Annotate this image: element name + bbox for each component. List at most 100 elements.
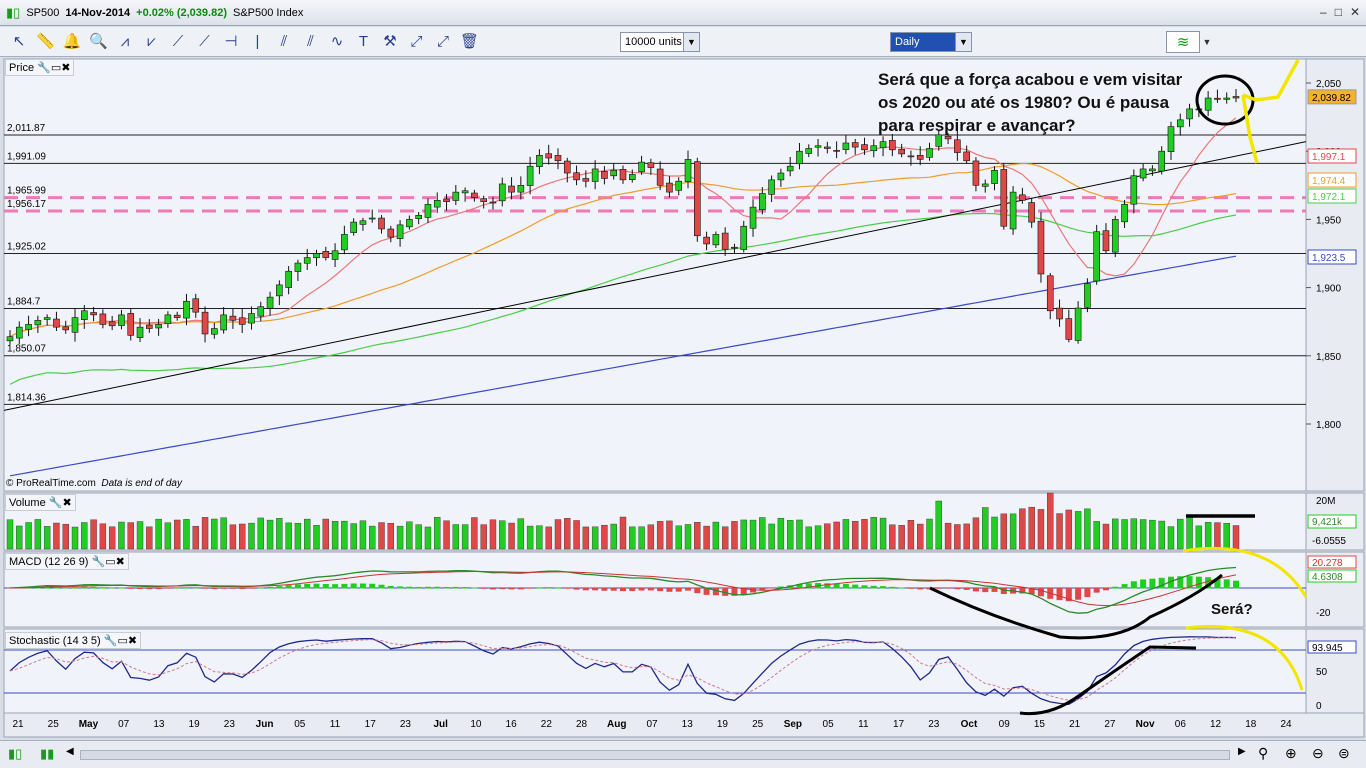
volume-bar: [591, 526, 599, 550]
arrow-icon[interactable]: ⤢: [406, 31, 428, 53]
candle-body: [1139, 168, 1147, 179]
volume-bar: [610, 523, 617, 550]
trash-icon[interactable]: 🗑: [459, 31, 481, 53]
macd-histogram-bar: [898, 587, 905, 589]
zoom-fit-icon[interactable]: ⚲: [1258, 745, 1268, 762]
level-label: 1,814.36: [7, 392, 46, 403]
candle-body: [378, 217, 385, 230]
close-icon[interactable]: ✖: [116, 556, 125, 568]
macd-histogram-bar: [397, 586, 404, 589]
ruler-icon[interactable]: 📏: [35, 31, 57, 53]
volume-bar: [972, 517, 980, 550]
wrench-icon[interactable]: 🔧: [37, 62, 51, 74]
stochastic-panel-title[interactable]: Stochastic (14 3 5) 🔧▭✖: [5, 632, 142, 649]
window-icon[interactable]: ▭: [117, 635, 127, 647]
ray-icon[interactable]: ⟋: [194, 31, 216, 53]
candle-body: [703, 236, 710, 245]
macd-panel-title[interactable]: MACD (12 26 9) 🔧▭✖: [5, 553, 129, 570]
macd-histogram-bar: [350, 583, 357, 589]
window-icon[interactable]: ▭: [105, 556, 115, 568]
zoom-reset-icon[interactable]: ⊜: [1338, 745, 1350, 762]
zoom-out-icon[interactable]: ⊖: [1312, 745, 1324, 762]
volume-bar: [814, 525, 822, 550]
candle-body: [229, 315, 237, 321]
candle-body: [1121, 204, 1128, 223]
volume-bar: [656, 521, 664, 550]
candle-body: [99, 313, 107, 325]
vertical-line-icon[interactable]: |: [247, 31, 269, 53]
macd-histogram-bar: [202, 588, 209, 589]
hammer-icon[interactable]: ⚒: [379, 31, 401, 53]
indicators-button[interactable]: ≋: [1166, 31, 1200, 53]
candle-body: [563, 160, 571, 174]
wave-icon[interactable]: ∿: [326, 31, 348, 53]
zoom-icon[interactable]: 🔍: [88, 31, 110, 53]
volume-bar: [480, 524, 487, 550]
close-button[interactable]: ✕: [1350, 5, 1360, 19]
wrench-icon[interactable]: 🔧: [92, 556, 106, 568]
macd-histogram-bar: [1223, 579, 1230, 589]
scroll-right-button[interactable]: ▶: [1238, 746, 1246, 757]
minimize-button[interactable]: –: [1320, 5, 1327, 19]
drawing-toolbar: ↖ 📏 🔔 🔍 ⩘ ⩗ ⟋ ⟋ ⊣ | ⫽ ⫽ ∿ T ⚒ ⤢ ⤢ 🗑 10000 units ▼ Daily ▼…: [0, 27, 1366, 57]
candle-body: [1102, 230, 1110, 252]
volume-bar: [1158, 520, 1165, 550]
macd-value-label: 20.278: [1312, 558, 1343, 569]
title-bar: ▮▯ SP500 14-Nov-2014 +0.02% (2,039.82) S…: [0, 0, 1366, 26]
wrench-icon[interactable]: 🔧: [49, 497, 63, 509]
candle-body: [461, 190, 469, 194]
volume-bar: [1177, 518, 1184, 550]
close-icon[interactable]: ✖: [128, 635, 137, 647]
period-select[interactable]: Daily ▼: [890, 32, 972, 52]
x-tick-label: Aug: [607, 719, 626, 730]
candle-body: [740, 225, 748, 250]
units-select[interactable]: 10000 units ▼: [620, 32, 700, 52]
candle-body: [90, 312, 97, 316]
macd-histogram-bar: [629, 588, 636, 592]
volume-bar: [508, 522, 515, 550]
x-tick-label: 21: [12, 719, 24, 730]
volume-bar: [164, 522, 172, 550]
channel-icon[interactable]: ⫽: [273, 31, 295, 53]
bar-chart-icon[interactable]: ▮▮: [40, 746, 54, 762]
fibonacci-icon[interactable]: ⩘: [114, 31, 136, 53]
macd-histogram-bar: [1112, 586, 1119, 589]
candle-body: [313, 253, 320, 259]
volume-bar: [304, 518, 311, 550]
volume-bar: [34, 519, 42, 550]
cursor-icon[interactable]: ↖: [8, 31, 30, 53]
trendline-icon[interactable]: ⟋: [167, 31, 189, 53]
gann-icon[interactable]: ⫽: [300, 31, 322, 53]
volume-bar: [99, 523, 107, 550]
alarm-bell-icon[interactable]: 🔔: [61, 31, 83, 53]
close-icon[interactable]: ✖: [61, 62, 70, 74]
ma-value-label: 1,997.1: [1312, 152, 1346, 163]
line-arrow-icon[interactable]: ⤢: [432, 31, 454, 53]
close-icon[interactable]: ✖: [62, 497, 71, 509]
volume-bar: [982, 507, 989, 550]
macd-histogram-bar: [1130, 581, 1137, 589]
window-icon[interactable]: ▭: [51, 62, 61, 74]
stochastic-panel: [3, 628, 1307, 714]
maximize-button[interactable]: □: [1335, 5, 1342, 19]
chart-area[interactable]: 2,011.87 1,991.09 1,965.99 1,956.17 1,925.02…: [0, 57, 1366, 740]
horizontal-line-icon[interactable]: ⊣: [220, 31, 242, 53]
macd-histogram-bar: [369, 583, 376, 589]
zoom-in-icon[interactable]: ⊕: [1285, 745, 1297, 762]
candle-body: [62, 326, 70, 331]
candle-body: [675, 180, 683, 191]
x-tick-label: 17: [893, 719, 905, 730]
price-panel-title[interactable]: Price 🔧▭✖: [5, 59, 75, 76]
macd-histogram-bar: [991, 588, 998, 592]
chevron-down-icon[interactable]: ▼: [1200, 31, 1214, 53]
scroll-left-button[interactable]: ◀: [66, 746, 74, 757]
fibonacci-fan-icon[interactable]: ⩗: [141, 31, 163, 53]
text-icon[interactable]: T: [353, 31, 375, 53]
stoch-value-label: 93.945: [1312, 643, 1343, 654]
candle-body: [238, 317, 246, 325]
volume-panel-title[interactable]: Volume 🔧✖: [5, 494, 76, 511]
scrollbar[interactable]: [80, 750, 1230, 760]
candlestick-icon[interactable]: ▮▯: [8, 746, 22, 762]
wrench-icon[interactable]: 🔧: [104, 635, 118, 647]
candle-body: [508, 185, 515, 193]
